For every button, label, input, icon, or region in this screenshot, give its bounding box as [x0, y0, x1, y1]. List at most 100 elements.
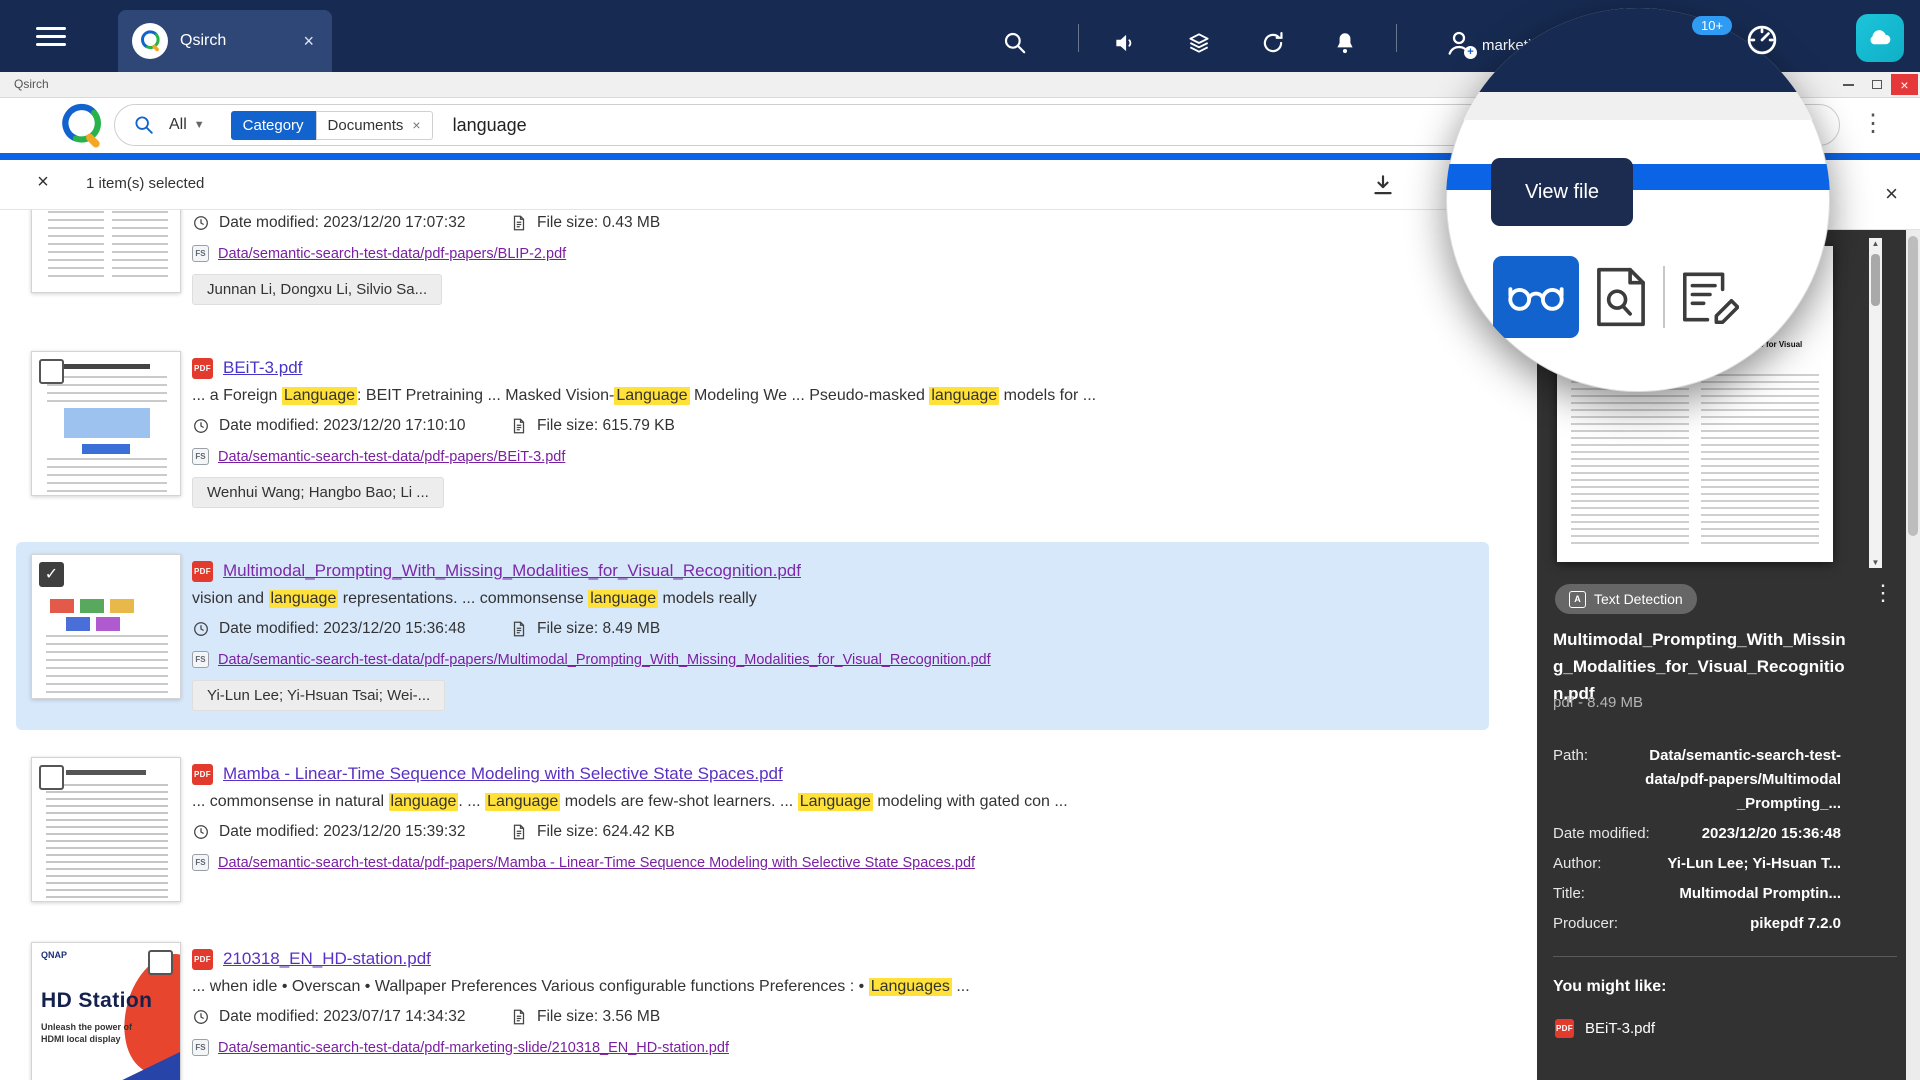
- result-thumbnail[interactable]: QNAPHD StationUnleash the power of HDMI …: [31, 942, 181, 1080]
- result-path-link[interactable]: Data/semantic-search-test-data/pdf-marke…: [218, 1040, 729, 1056]
- result-authors-chip[interactable]: Yi-Lun Lee; Yi-Hsuan Tsai; Wei-...: [192, 680, 445, 711]
- result-snippet: ... a Foreign Language: BEIT Pretraining…: [192, 387, 1482, 405]
- text-detection-button[interactable]: A Text Detection: [1555, 584, 1697, 614]
- preview-meta-row: Author:Yi-Lun Lee; Yi-Hsuan T...: [1553, 852, 1841, 876]
- speaker-icon[interactable]: [1112, 30, 1138, 56]
- divider: [1553, 956, 1897, 957]
- minimize-button[interactable]: [1835, 74, 1862, 95]
- result-date: Date modified: 2023/12/20 17:10:10: [219, 417, 465, 435]
- view-file-tooltip: View file: [1491, 158, 1633, 226]
- notifications-bell-icon[interactable]: [1332, 30, 1358, 56]
- chevron-down-icon: ▼: [194, 119, 205, 131]
- result-checkbox[interactable]: [39, 765, 64, 790]
- refresh-icon[interactable]: [1260, 30, 1286, 56]
- scroll-up-icon[interactable]: ▲: [1869, 239, 1882, 248]
- clock-icon: [192, 1008, 210, 1026]
- result-size: File size: 624.42 KB: [537, 823, 675, 841]
- filter-chips: Category Documents ×: [231, 111, 433, 140]
- selection-count-label: 1 item(s) selected: [86, 175, 204, 192]
- result-checkbox[interactable]: [148, 950, 173, 975]
- result-path-link[interactable]: Data/semantic-search-test-data/pdf-paper…: [218, 855, 975, 871]
- file-icon: [510, 823, 528, 841]
- clear-selection-icon[interactable]: ×: [30, 171, 56, 194]
- result-size: File size: 3.56 MB: [537, 1008, 660, 1026]
- clock-icon: [192, 620, 210, 638]
- file-icon: [510, 1008, 528, 1026]
- meta-label: Path:: [1553, 744, 1588, 816]
- you-might-like-heading: You might like:: [1553, 978, 1666, 996]
- pdf-file-icon: PDF: [192, 949, 213, 970]
- result-row[interactable]: ✓ PDF Multimodal_Prompting_With_Missing_…: [0, 552, 1537, 757]
- result-checkbox[interactable]: ✓: [39, 562, 64, 587]
- chip-remove-icon[interactable]: ×: [412, 117, 420, 133]
- file-station-icon: FS: [192, 1039, 209, 1056]
- file-icon: [510, 417, 528, 435]
- result-title-link[interactable]: Mamba - Linear-Time Sequence Modeling wi…: [223, 764, 783, 784]
- text-detection-label: Text Detection: [1594, 591, 1683, 607]
- result-authors-chip[interactable]: Wenhui Wang; Hangbo Bao; Li ...: [192, 477, 444, 508]
- result-path-link[interactable]: Data/semantic-search-test-data/pdf-paper…: [218, 652, 991, 668]
- global-search-icon[interactable]: [1002, 30, 1028, 56]
- result-row[interactable]: PDF BEiT-3.pdf ... a Foreign Language: B…: [0, 349, 1537, 554]
- result-snippet: vision and language representations. ...…: [192, 590, 1482, 608]
- result-title-link[interactable]: BEiT-3.pdf: [223, 358, 302, 378]
- result-meta-line: Date modified: 2023/07/17 14:34:32 File …: [192, 1008, 660, 1026]
- result-meta-line: Date modified: 2023/12/20 15:39:32 File …: [192, 823, 675, 841]
- myqnapcloud-icon[interactable]: [1856, 14, 1904, 62]
- result-row[interactable]: PDF Mamba - Linear-Time Sequence Modelin…: [0, 755, 1537, 960]
- page-text-column: [1571, 374, 1689, 546]
- filter-chip-documents-label: Documents: [328, 117, 404, 134]
- result-date: Date modified: 2023/07/17 14:34:32: [219, 1008, 465, 1026]
- preview-type-size: pdf - 8.49 MB: [1553, 694, 1643, 711]
- clock-icon: [192, 417, 210, 435]
- notification-count-badge[interactable]: 10+: [1692, 16, 1732, 35]
- result-thumbnail[interactable]: [31, 757, 181, 902]
- result-thumbnail[interactable]: ✓: [31, 554, 181, 699]
- file-station-icon: FS: [192, 651, 209, 668]
- file-station-icon: FS: [192, 245, 209, 262]
- file-station-icon: FS: [192, 854, 209, 871]
- preview-scrollbar-thumb[interactable]: [1871, 254, 1880, 306]
- window-title: Qsirch: [14, 77, 49, 91]
- resource-monitor-icon[interactable]: [1744, 22, 1780, 58]
- download-icon[interactable]: [1370, 172, 1396, 198]
- result-title-link[interactable]: Multimodal_Prompting_With_Missing_Modali…: [223, 561, 801, 581]
- scroll-down-icon[interactable]: ▼: [1869, 558, 1882, 567]
- preview-meta-row: Producer:pikepdf 7.2.0: [1553, 912, 1841, 936]
- search-scope-dropdown[interactable]: All ▼: [169, 116, 205, 134]
- page-text-column: [1701, 374, 1819, 546]
- preview-more-options-icon[interactable]: ⋮: [1872, 580, 1894, 606]
- search-query-text[interactable]: language: [453, 115, 527, 136]
- result-path-link[interactable]: Data/semantic-search-test-data/pdf-paper…: [218, 449, 565, 465]
- meta-value: Yi-Lun Lee; Yi-Hsuan T...: [1667, 852, 1841, 876]
- result-title-link[interactable]: 210318_EN_HD-station.pdf: [223, 949, 431, 969]
- preview-meta: Path:Data/semantic-search-test-data/pdf-…: [1553, 744, 1841, 936]
- result-size: File size: 615.79 KB: [537, 417, 675, 435]
- filter-chip-category[interactable]: Category: [231, 111, 316, 140]
- result-thumbnail[interactable]: [31, 351, 181, 496]
- thumbnail-text: HD Station: [41, 989, 152, 1013]
- close-preview-icon[interactable]: ×: [1885, 176, 1898, 212]
- main-menu-button[interactable]: [36, 27, 66, 46]
- preview-meta-row: Path:Data/semantic-search-test-data/pdf-…: [1553, 744, 1841, 816]
- meta-label: Title:: [1553, 882, 1585, 906]
- suggestion-item[interactable]: PDFBEiT-3.pdf: [1545, 1010, 1897, 1047]
- filter-chip-documents[interactable]: Documents ×: [316, 111, 433, 140]
- result-meta-line: Date modified: 2023/12/20 17:07:32 File …: [192, 214, 660, 232]
- more-options-kebab-icon[interactable]: ⋮: [1858, 102, 1888, 146]
- results-list[interactable]: PDF Date modified: 2023/12/20 17:07:32 F…: [0, 160, 1537, 1080]
- pdf-file-icon: PDF: [1555, 1019, 1574, 1038]
- result-row[interactable]: QNAPHD StationUnleash the power of HDMI …: [0, 940, 1537, 1080]
- result-authors-chip[interactable]: Junnan Li, Dongxu Li, Silvio Sa...: [192, 274, 442, 305]
- panel-scrollbar-thumb[interactable]: [1908, 236, 1918, 536]
- result-date: Date modified: 2023/12/20 15:36:48: [219, 620, 465, 638]
- result-path-link[interactable]: Data/semantic-search-test-data/pdf-paper…: [218, 246, 566, 262]
- magnifier-overlay: View file: [1446, 8, 1830, 392]
- qsirch-app-tab[interactable]: Qsirch ×: [118, 10, 332, 72]
- tab-close-icon[interactable]: ×: [299, 27, 318, 56]
- maximize-button[interactable]: [1863, 74, 1890, 95]
- result-checkbox[interactable]: [39, 359, 64, 384]
- close-button[interactable]: ×: [1891, 74, 1918, 95]
- background-tasks-icon[interactable]: [1186, 30, 1212, 56]
- toolbar-divider: [1663, 266, 1665, 328]
